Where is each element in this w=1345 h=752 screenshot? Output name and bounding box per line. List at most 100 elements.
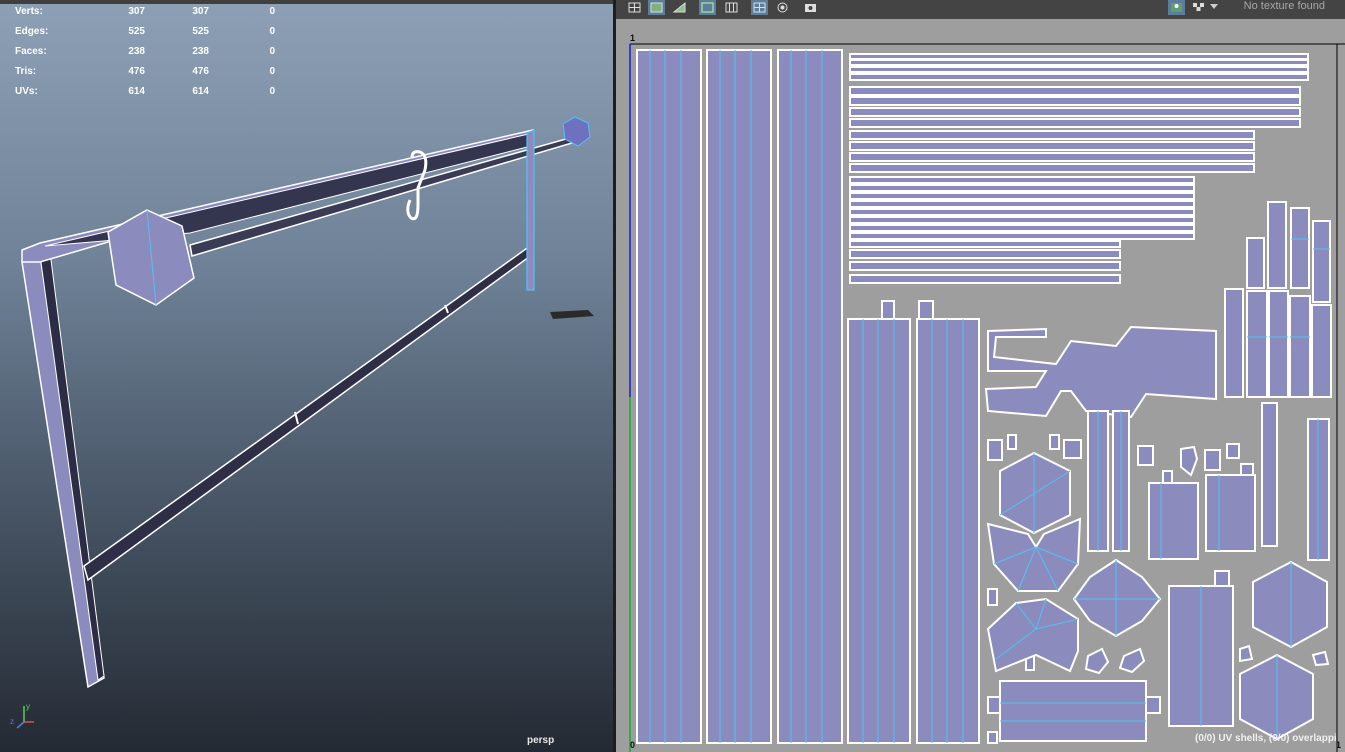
- uv-shell-h18: [849, 216, 1195, 224]
- uv-shell-small-3: [1118, 647, 1146, 674]
- uv-shell-h23: [849, 261, 1121, 271]
- hud-row-verts: Verts: 307 307 0: [15, 6, 275, 17]
- camera-name-label: persp: [527, 735, 555, 746]
- uv-shell-h14: [849, 184, 1195, 192]
- uv-shell-h21: [849, 240, 1121, 248]
- uv-shell-box-1: [1148, 482, 1199, 560]
- uv-shell-bar-1-right: [1145, 696, 1161, 714]
- uv-shell-h2: [849, 59, 1309, 66]
- uv-shell-box-1-tab: [1162, 470, 1173, 484]
- uv-shell-block-9: [1311, 304, 1332, 398]
- uv-shell-small-1: [1180, 445, 1199, 477]
- uv-shell-bar-1-left: [987, 696, 1001, 714]
- uv-shell-h3: [849, 66, 1309, 73]
- uv-shell-small-4: [1239, 644, 1254, 663]
- uv-shell-h24: [849, 274, 1121, 284]
- uv-shell-tall-2: [706, 49, 772, 744]
- uv-shell-h13: [849, 176, 1195, 184]
- hud-row-tris: Tris: 476 476 0: [15, 66, 275, 77]
- uv-shell-status-text: (0/0) UV shells, (0/0) overlappi: [1195, 733, 1337, 744]
- uv-shell-block-7: [1268, 290, 1289, 398]
- grid-icon[interactable]: [626, 0, 643, 15]
- uv-shell-h4: [849, 73, 1309, 81]
- hud-row-edges: Edges: 525 525 0: [15, 26, 275, 37]
- uv-shell-mid-2: [916, 318, 980, 744]
- checker-grid-icon[interactable]: [723, 0, 740, 15]
- uv-shell-small-5: [1311, 650, 1330, 667]
- uv-toolbar: No texture found: [616, 0, 1345, 19]
- uv-layout-canvas[interactable]: [616, 19, 1345, 752]
- uv-shell-hex-3: [1252, 560, 1328, 649]
- checkerboard-icon[interactable]: [1190, 0, 1207, 15]
- uv-shell-h9: [849, 130, 1255, 140]
- uv-shell-sq-4: [1063, 439, 1082, 459]
- uv-shells: [636, 49, 1332, 744]
- axis-y-label: y: [26, 702, 30, 711]
- uv-shell-h17: [849, 208, 1195, 216]
- uv-shell-sq-10: [987, 731, 998, 744]
- uv-editor-panel[interactable]: No texture found 1 0 1 (0/0) UV shells, …: [616, 0, 1345, 752]
- uv-shell-h11: [849, 152, 1255, 162]
- pixel-snap-icon[interactable]: [751, 0, 768, 15]
- uv-shell-h10: [849, 141, 1255, 151]
- uv-shell-h15: [849, 192, 1195, 200]
- uv-shell-sq-1: [987, 439, 1003, 461]
- uv-border-icon[interactable]: [699, 0, 716, 15]
- uv-shell-tall-3: [777, 49, 843, 744]
- uv-shell-block-8: [1289, 295, 1311, 398]
- uv-shell-box-2: [1205, 474, 1256, 552]
- texture-status-label: No texture found: [1243, 0, 1325, 12]
- hud-row-uvs: UVs: 614 614 0: [15, 86, 275, 97]
- uv-shell-tall-1: [636, 49, 702, 744]
- uv-shell-bar-1: [999, 680, 1147, 742]
- uv-shell-sq-7: [1226, 443, 1240, 459]
- uv-shell-block-3: [1290, 207, 1310, 289]
- uv-shell-mid-1: [847, 318, 911, 744]
- uv-shell-block-2: [1267, 201, 1287, 289]
- hud-row-faces: Faces: 238 238 0: [15, 46, 275, 57]
- uv-shell-block-6: [1246, 290, 1268, 398]
- uv-shell-sq-5: [1137, 445, 1154, 466]
- uv-shell-block-4: [1312, 220, 1331, 303]
- scene-geometry[interactable]: [0, 0, 613, 752]
- uv-shell-block-1: [1246, 237, 1265, 289]
- axis-gizmo-icon: y z: [10, 702, 34, 729]
- chevron-down-icon[interactable]: [1208, 0, 1225, 15]
- uv-shell-h20: [849, 232, 1195, 240]
- uv-shell-block-5: [1224, 288, 1244, 398]
- uv-shell-h22: [849, 249, 1121, 259]
- perspective-viewport[interactable]: Verts: 307 307 0 Edges: 525 525 0 Faces:…: [0, 0, 613, 752]
- uv-shell-h1: [849, 53, 1309, 60]
- left-post-shadow: [39, 251, 105, 681]
- distortion-icon[interactable]: [671, 0, 688, 15]
- uv-shell-hook: [984, 325, 1217, 419]
- uv-axis-origin-label: 0: [630, 740, 636, 750]
- image-display-icon[interactable]: [1168, 0, 1185, 15]
- floor-shadow: [550, 310, 594, 319]
- uv-shell-small-2: [1084, 647, 1110, 675]
- uv-shell-h7: [849, 107, 1301, 117]
- shaded-uv-icon[interactable]: [648, 0, 665, 15]
- uv-shell-hex-2: [1072, 558, 1162, 638]
- uv-shell-h6: [849, 96, 1301, 106]
- uv-shell-mid-1-tab: [881, 300, 895, 320]
- uv-shell-sq-6: [1204, 449, 1221, 471]
- uv-shell-h12: [849, 163, 1255, 173]
- snapshot-camera-icon[interactable]: [802, 0, 819, 15]
- uv-shell-h5: [849, 86, 1301, 96]
- uv-shell-sq-2: [1007, 434, 1017, 450]
- uv-shell-sq-3: [1049, 434, 1060, 450]
- poly-count-hud: Verts: 307 307 0 Edges: 525 525 0 Faces:…: [15, 6, 275, 106]
- uv-shell-h8: [849, 118, 1301, 128]
- dim-image-icon[interactable]: [774, 0, 791, 15]
- uv-shell-sq-8: [987, 588, 998, 606]
- uv-shell-mid-2-tab: [918, 300, 934, 320]
- uv-shell-rod-3: [1261, 402, 1278, 547]
- uv-axis-top-label: 1: [630, 33, 636, 43]
- axis-z-label: z: [10, 717, 14, 726]
- uv-shell-box-3-tab: [1214, 570, 1230, 587]
- right-post: [526, 129, 535, 291]
- uv-shell-h19: [849, 224, 1195, 232]
- uv-shell-box-2-tab: [1240, 463, 1254, 476]
- uv-shell-h16: [849, 200, 1195, 208]
